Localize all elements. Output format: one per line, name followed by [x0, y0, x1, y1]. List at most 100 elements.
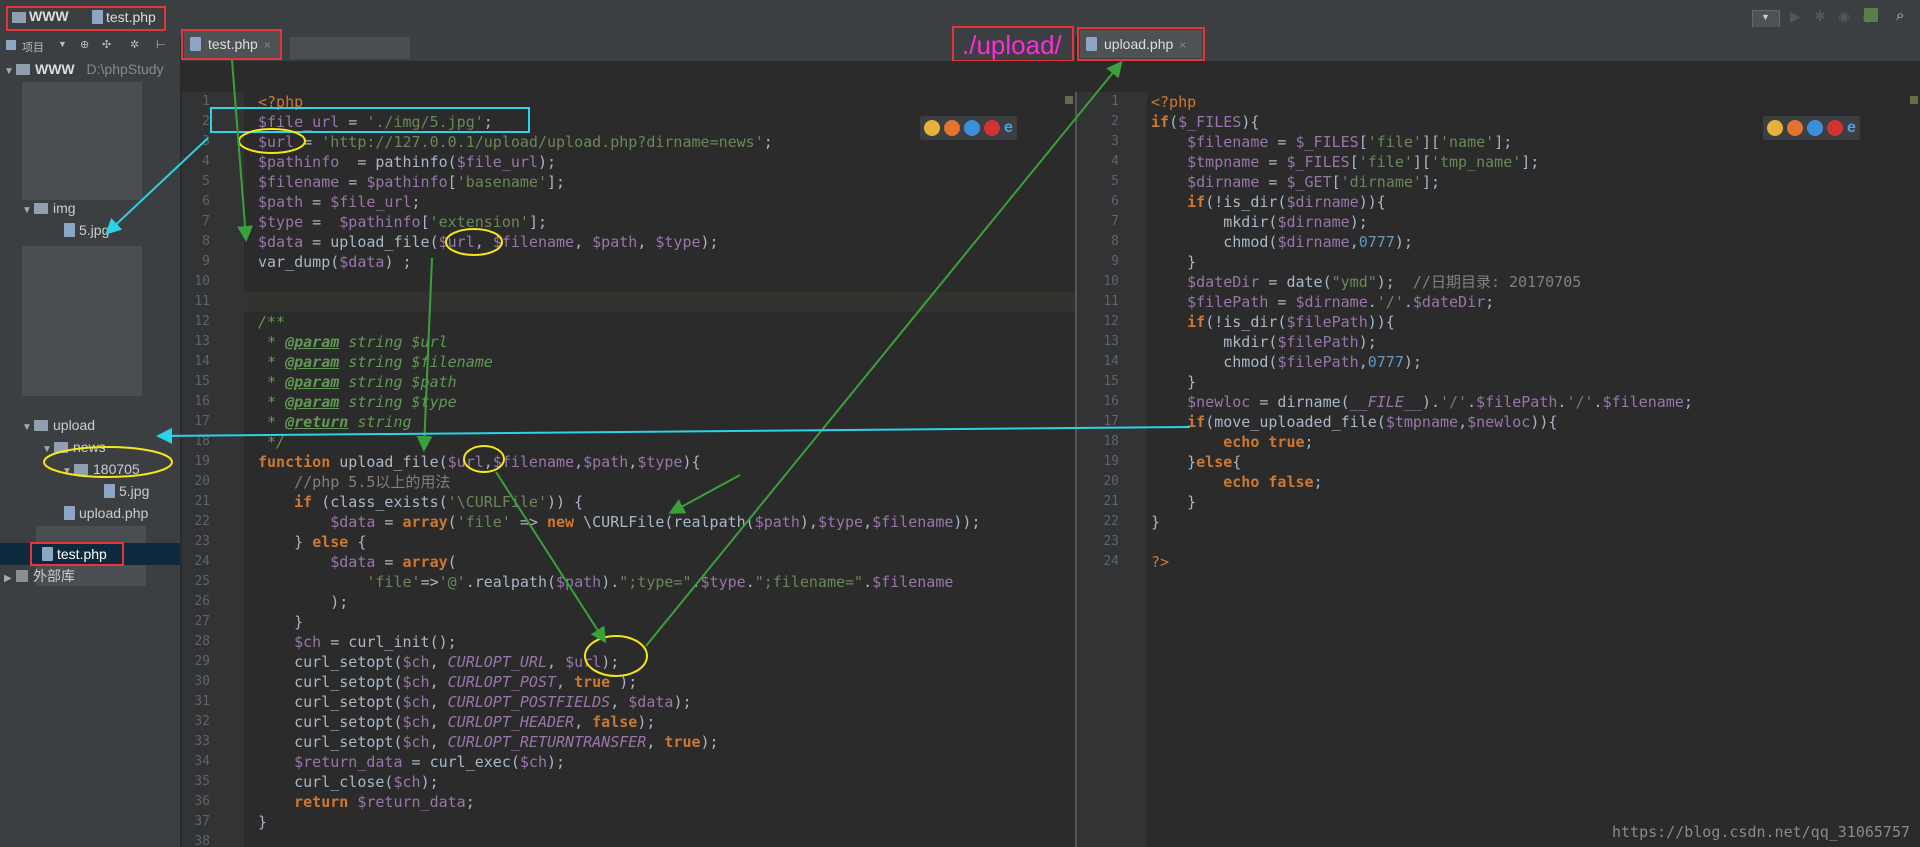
- code-line[interactable]: $tmpname = $_FILES['file']['tmp_name'];: [1151, 152, 1693, 172]
- collapse-icon[interactable]: ✣: [102, 38, 111, 51]
- firefox-icon[interactable]: [944, 120, 960, 136]
- code-line[interactable]: [258, 832, 981, 847]
- code-line[interactable]: * @param string $type: [258, 392, 981, 412]
- code-line[interactable]: $dateDir = date("ymd"); //日期目录: 20170705: [1151, 272, 1693, 292]
- tree-item-upload-php[interactable]: upload.php: [64, 502, 148, 524]
- code-line[interactable]: if($_FILES){: [1151, 112, 1693, 132]
- code-line[interactable]: curl_close($ch);: [258, 772, 981, 792]
- code-line[interactable]: $file_url = './img/5.jpg';: [258, 112, 981, 132]
- code-line[interactable]: }: [1151, 512, 1693, 532]
- scroll-marker[interactable]: [1065, 96, 1073, 104]
- tree-item-upload[interactable]: ▼ upload: [22, 414, 95, 436]
- code-line[interactable]: $data = upload_file($url, $filename, $pa…: [258, 232, 981, 252]
- code-line[interactable]: if(!is_dir($filePath)){: [1151, 312, 1693, 332]
- opera-icon[interactable]: [1827, 120, 1843, 136]
- code-line[interactable]: if(!is_dir($dirname)){: [1151, 192, 1693, 212]
- code-line[interactable]: return $return_data;: [258, 792, 981, 812]
- left-editor[interactable]: 1 2 3 4 5 6 7 8 9 10 11 12 13 14 15 16 17 18 19 20 21 22 23 24 2…: [182, 92, 1075, 847]
- ie-icon[interactable]: e: [1004, 119, 1013, 137]
- code-line[interactable]: $filename = $_FILES['file']['name'];: [1151, 132, 1693, 152]
- code-line[interactable]: * @param string $url: [258, 332, 981, 352]
- code-line[interactable]: * @return string: [258, 412, 981, 432]
- code-line[interactable]: * @param string $path: [258, 372, 981, 392]
- tree-item-news[interactable]: ▼ news: [42, 436, 106, 458]
- code-line[interactable]: if(move_uploaded_file($tmpname,$newloc))…: [1151, 412, 1693, 432]
- code-line[interactable]: [258, 292, 981, 312]
- code-line[interactable]: <?php: [258, 92, 981, 112]
- code-line[interactable]: curl_setopt($ch, CURLOPT_RETURNTRANSFER,…: [258, 732, 981, 752]
- scroll-marker[interactable]: [1910, 96, 1918, 104]
- chevron-right-icon[interactable]: ▶: [4, 568, 16, 590]
- safari-icon[interactable]: [1807, 120, 1823, 136]
- code-line[interactable]: } else {: [258, 532, 981, 552]
- code-line[interactable]: mkdir($filePath);: [1151, 332, 1693, 352]
- code-line[interactable]: $filename = $pathinfo['basename'];: [258, 172, 981, 192]
- tree-root[interactable]: ▼ WWW D:\phpStudy: [4, 58, 164, 80]
- code-line[interactable]: }else{: [1151, 452, 1693, 472]
- tree-item-5jpg-uploaded[interactable]: 5.jpg: [104, 480, 149, 502]
- code-line[interactable]: //php 5.5以上的用法: [258, 472, 981, 492]
- right-editor[interactable]: 1 2 3 4 5 6 7 8 9 10 11 12 13 14 15 16 17 18 19 20 21 22 23 24 …: [1077, 92, 1920, 847]
- coverage-icon[interactable]: ◉: [1838, 8, 1850, 25]
- code-line[interactable]: $pathinfo = pathinfo($file_url);: [258, 152, 981, 172]
- chevron-down-icon[interactable]: ▼: [62, 461, 74, 483]
- code-area[interactable]: <?php $file_url = './img/5.jpg'; $url = 'h…: [258, 92, 981, 847]
- code-line[interactable]: * @param string $filename: [258, 352, 981, 372]
- firefox-icon[interactable]: [1787, 120, 1803, 136]
- tree-item-img[interactable]: ▼ img: [22, 197, 76, 219]
- code-line[interactable]: curl_setopt($ch, CURLOPT_POST, true );: [258, 672, 981, 692]
- code-line[interactable]: $path = $file_url;: [258, 192, 981, 212]
- target-icon[interactable]: ⊕: [80, 38, 89, 51]
- search-icon[interactable]: ⌕: [1896, 7, 1904, 24]
- chevron-down-icon[interactable]: ▼: [58, 39, 67, 49]
- tree-item-180705[interactable]: ▼ 180705: [62, 458, 140, 480]
- code-line[interactable]: 'file'=>'@'.realpath($path).";type=".$ty…: [258, 572, 981, 592]
- run-config-dropdown[interactable]: ▼: [1752, 10, 1780, 28]
- chrome-icon[interactable]: [1767, 120, 1783, 136]
- code-line[interactable]: curl_setopt($ch, CURLOPT_HEADER, false);: [258, 712, 981, 732]
- code-line[interactable]: curl_setopt($ch, CURLOPT_URL, $url);: [258, 652, 981, 672]
- chevron-down-icon[interactable]: ▼: [22, 200, 34, 222]
- code-line[interactable]: }: [258, 612, 981, 632]
- code-line[interactable]: curl_setopt($ch, CURLOPT_POSTFIELDS, $da…: [258, 692, 981, 712]
- code-line[interactable]: );: [258, 592, 981, 612]
- code-line[interactable]: }: [1151, 372, 1693, 392]
- code-line[interactable]: $filePath = $dirname.'/'.$dateDir;: [1151, 292, 1693, 312]
- chevron-down-icon[interactable]: ▼: [4, 61, 16, 83]
- code-line[interactable]: $newloc = dirname(__FILE__).'/'.$filePat…: [1151, 392, 1693, 412]
- gear-icon[interactable]: ✲: [130, 38, 139, 51]
- code-line[interactable]: mkdir($dirname);: [1151, 212, 1693, 232]
- code-line[interactable]: $data = array(: [258, 552, 981, 572]
- code-line[interactable]: ?>: [1151, 552, 1693, 572]
- code-line[interactable]: chmod($dirname,0777);: [1151, 232, 1693, 252]
- hide-icon[interactable]: ⊢: [156, 38, 166, 51]
- code-line[interactable]: */: [258, 432, 981, 452]
- code-line[interactable]: echo false;: [1151, 472, 1693, 492]
- run-icon[interactable]: ▶: [1790, 8, 1801, 25]
- project-view-icon[interactable]: [6, 40, 16, 50]
- vcs-icon[interactable]: [1864, 8, 1878, 22]
- code-line[interactable]: chmod($filePath,0777);: [1151, 352, 1693, 372]
- code-line[interactable]: $url = 'http://127.0.0.1/upload/upload.p…: [258, 132, 981, 152]
- project-view-label[interactable]: 项目: [22, 39, 44, 55]
- code-line[interactable]: /**: [258, 312, 981, 332]
- code-line[interactable]: echo true;: [1151, 432, 1693, 452]
- tree-item-external-libs[interactable]: ▶ 外部库: [4, 565, 75, 587]
- code-line[interactable]: }: [1151, 492, 1693, 512]
- code-line[interactable]: function upload_file($url,$filename,$pat…: [258, 452, 981, 472]
- tree-item-5jpg[interactable]: 5.jpg: [64, 219, 109, 241]
- chevron-down-icon[interactable]: ▼: [42, 439, 54, 461]
- debug-icon[interactable]: ✱: [1814, 8, 1826, 25]
- code-line[interactable]: if (class_exists('\CURLFile')) {: [258, 492, 981, 512]
- code-line[interactable]: }: [258, 812, 981, 832]
- code-line[interactable]: <?php: [1151, 92, 1693, 112]
- code-line[interactable]: }: [1151, 252, 1693, 272]
- chevron-down-icon[interactable]: ▼: [22, 417, 34, 439]
- code-line[interactable]: $return_data = curl_exec($ch);: [258, 752, 981, 772]
- opera-icon[interactable]: [984, 120, 1000, 136]
- code-line[interactable]: var_dump($data) ;: [258, 252, 981, 272]
- code-line[interactable]: [258, 272, 981, 292]
- code-line[interactable]: $type = $pathinfo['extension'];: [258, 212, 981, 232]
- chrome-icon[interactable]: [924, 120, 940, 136]
- code-line[interactable]: $data = array('file' => new \CURLFile(re…: [258, 512, 980, 532]
